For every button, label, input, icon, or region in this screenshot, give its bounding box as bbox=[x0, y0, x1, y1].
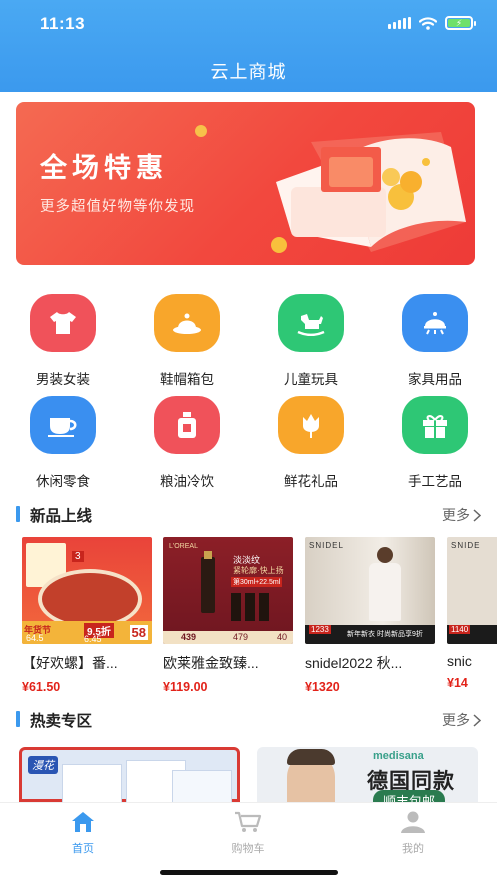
product-image: L'OREAL 淡淡纹 紧轮廓·快上扬 第30ml+22.5ml 439 479… bbox=[163, 537, 293, 644]
signal-icon bbox=[388, 17, 411, 29]
product-card[interactable]: SNIDEL 1233 新年新衣 时尚新品享9折 snidel2022 秋...… bbox=[305, 537, 435, 694]
wifi-icon bbox=[419, 16, 437, 30]
product-name: 欧莱雅金致臻... bbox=[163, 655, 259, 671]
category-label: 鞋帽箱包 bbox=[160, 372, 214, 387]
banner-title: 全场特惠 bbox=[40, 153, 168, 183]
shirt-icon bbox=[30, 294, 96, 352]
header: 11:13 ⚡ 云上商城 bbox=[0, 0, 497, 92]
more-label: 更多 bbox=[442, 712, 470, 728]
product-price: ¥61.50 bbox=[22, 680, 61, 694]
product-name: snic bbox=[447, 653, 472, 669]
tab-cart[interactable]: 购物车 bbox=[198, 811, 298, 856]
section-accent-bar bbox=[16, 506, 20, 522]
section-title: 新品上线 bbox=[30, 508, 93, 525]
banner-illustration bbox=[271, 132, 466, 253]
section-title: 热卖专区 bbox=[30, 713, 93, 730]
page-title: 云上商城 bbox=[210, 62, 287, 82]
product-image: 3 年货节 9.5折 64.5 6.45 58 bbox=[22, 537, 152, 644]
category-grain-oil[interactable]: 粮油冷饮 bbox=[137, 396, 237, 490]
category-kids-toys[interactable]: 儿童玩具 bbox=[261, 294, 361, 388]
tab-label: 首页 bbox=[72, 843, 94, 855]
bottle-icon bbox=[154, 396, 220, 454]
product-price: ¥1320 bbox=[305, 680, 340, 694]
category-label: 手工艺品 bbox=[408, 474, 462, 489]
chevron-right-icon bbox=[473, 508, 481, 522]
more-label: 更多 bbox=[442, 507, 470, 523]
category-label: 休闲零食 bbox=[36, 474, 90, 489]
hot-product-image: 漫花 bbox=[22, 750, 237, 802]
tab-label: 我的 bbox=[402, 843, 424, 855]
tab-profile[interactable]: 我的 bbox=[363, 811, 463, 856]
status-time: 11:13 bbox=[40, 14, 86, 33]
hot-products-header: 热卖专区 更多 bbox=[16, 709, 481, 730]
home-icon bbox=[72, 812, 94, 832]
category-handicrafts[interactable]: 手工艺品 bbox=[385, 396, 485, 490]
tab-label: 购物车 bbox=[231, 843, 265, 855]
cup-icon bbox=[30, 396, 96, 454]
user-icon bbox=[401, 811, 425, 833]
hot-product-card[interactable]: medisana 德国同款 顺丰包邮 bbox=[257, 747, 478, 802]
home-indicator bbox=[160, 870, 338, 875]
product-card[interactable]: SNIDE 1140 snic ¥14 bbox=[447, 537, 497, 690]
banner-subtitle: 更多超值好物等你发现 bbox=[40, 199, 195, 215]
category-shoes-bags[interactable]: 鞋帽箱包 bbox=[137, 294, 237, 388]
section-accent-bar bbox=[16, 711, 20, 727]
category-flowers-gifts[interactable]: 鲜花礼品 bbox=[261, 396, 361, 490]
hot-products-more-link[interactable]: 更多 bbox=[442, 710, 481, 730]
rocking-horse-icon bbox=[278, 294, 344, 352]
category-label: 鲜花礼品 bbox=[284, 474, 338, 489]
battery-icon: ⚡ bbox=[445, 16, 476, 30]
category-label: 男装女装 bbox=[36, 372, 90, 387]
promo-banner[interactable]: 全场特惠 更多超值好物等你发现 bbox=[16, 102, 475, 265]
category-label: 家具用品 bbox=[408, 372, 462, 387]
gift-icon bbox=[402, 396, 468, 454]
coin-icon bbox=[195, 125, 207, 137]
tab-home[interactable]: 首页 bbox=[33, 811, 133, 856]
product-image: SNIDEL 1233 新年新衣 时尚新品享9折 bbox=[305, 537, 435, 644]
category-mens-womens[interactable]: 男装女装 bbox=[13, 294, 113, 388]
product-price: ¥14 bbox=[447, 676, 468, 690]
lamp-icon bbox=[402, 294, 468, 352]
hot-product-card[interactable]: 漫花 bbox=[19, 747, 240, 802]
product-image: SNIDE 1140 bbox=[447, 537, 497, 644]
hat-icon bbox=[154, 294, 220, 352]
category-label: 粮油冷饮 bbox=[160, 474, 214, 489]
product-price: ¥119.00 bbox=[163, 680, 208, 694]
new-products-more-link[interactable]: 更多 bbox=[442, 505, 481, 525]
new-products-header: 新品上线 更多 bbox=[16, 504, 481, 525]
category-snacks[interactable]: 休闲零食 bbox=[13, 396, 113, 490]
category-label: 儿童玩具 bbox=[284, 372, 338, 387]
product-card[interactable]: 3 年货节 9.5折 64.5 6.45 58 【好欢螺】番... ¥61.50 bbox=[22, 537, 152, 694]
status-icons: ⚡ bbox=[388, 16, 476, 30]
category-home-goods[interactable]: 家具用品 bbox=[385, 294, 485, 388]
flower-icon bbox=[278, 396, 344, 454]
product-name: snidel2022 秋... bbox=[305, 655, 403, 671]
product-card[interactable]: L'OREAL 淡淡纹 紧轮廓·快上扬 第30ml+22.5ml 439 479… bbox=[163, 537, 293, 694]
chevron-right-icon bbox=[473, 713, 481, 727]
product-name: 【好欢螺】番... bbox=[22, 655, 118, 671]
cart-icon bbox=[235, 811, 262, 832]
